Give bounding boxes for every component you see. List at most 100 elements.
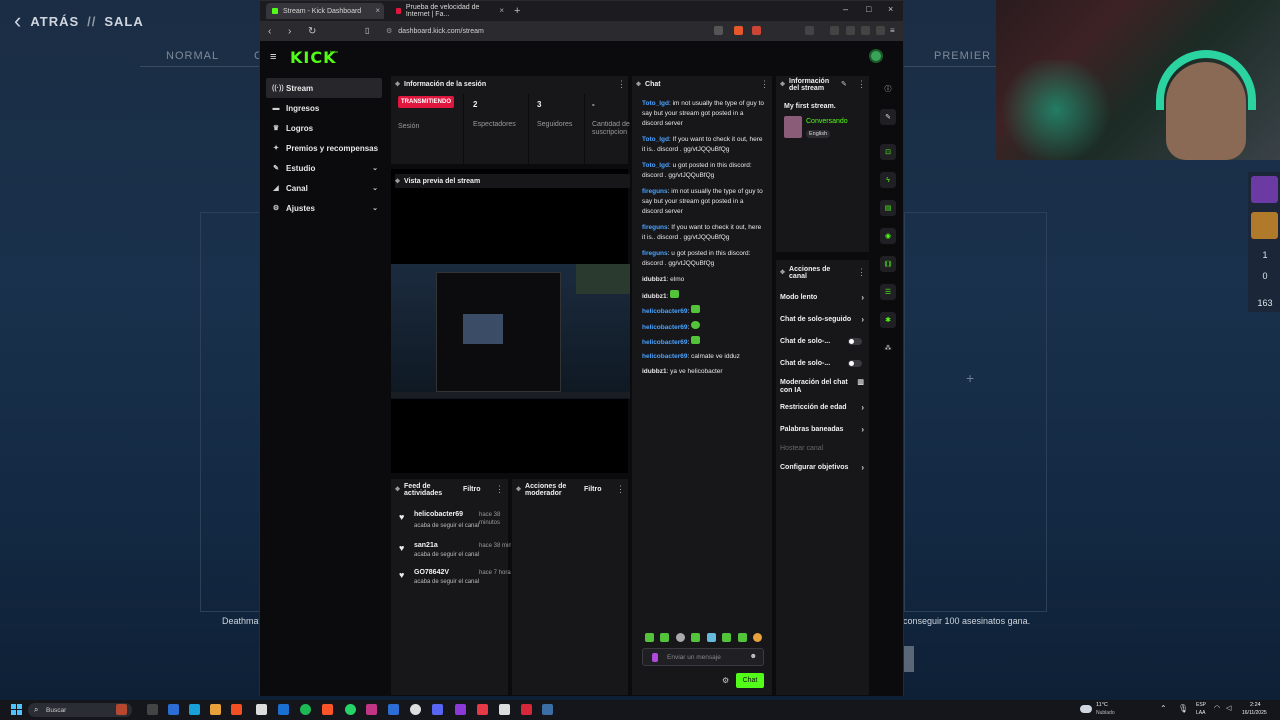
wifi-icon[interactable]: ◠ [1214,704,1220,712]
chat-username[interactable]: helicobacter69 [642,339,688,346]
chat-username[interactable]: idubbz1 [642,276,667,283]
emote-icon[interactable] [707,633,716,642]
mic-icon[interactable]: 🎙 [1178,704,1188,713]
sidebar-toggle-icon[interactable] [830,26,839,35]
list-icon[interactable]: ☰ [880,284,896,300]
volume-icon[interactable]: ◁ [1226,704,1231,712]
chat-username[interactable]: Toto_lgd [642,100,669,107]
new-tab-icon[interactable]: + [514,5,520,17]
share-icon[interactable] [714,26,723,35]
maximize-icon[interactable]: □ [866,4,871,14]
instagram-icon[interactable] [366,704,377,715]
sidebar-item-ingresos[interactable]: ▬ Ingresos [266,98,382,118]
taskbar-app-icon[interactable] [455,704,466,715]
filter-button[interactable]: Filtro [584,486,602,493]
chat-username[interactable]: Toto_lgd [642,162,669,169]
url-field[interactable]: ⚙ dashboard.kick.com/stream [386,25,736,37]
taskbar-app-icon[interactable] [521,704,532,715]
tab-kick-dashboard[interactable]: Stream - Kick Dashboard × [266,3,384,19]
sidebar-item-canal[interactable]: ◢ Canal ⌄ [266,178,382,198]
edge-icon[interactable] [189,704,200,715]
chat-username[interactable]: helicobacter69 [642,308,688,315]
document-icon[interactable]: ▤ [880,200,896,216]
bookmark-icon[interactable]: ▯ [365,26,374,35]
tab-speedtest[interactable]: Prueba de velocidad de Internet | Fa... … [390,3,508,19]
emote-icon[interactable] [738,633,747,642]
drag-handle-icon[interactable]: ✥ [636,81,641,88]
broadcast-icon[interactable]: ⟪⟫ [880,256,896,272]
chat-username[interactable]: Toto_lgd [642,136,669,143]
gear-icon[interactable]: ⚙ [722,676,729,685]
close-window-icon[interactable]: × [888,4,893,14]
emote-icon[interactable] [722,633,731,642]
chat-username[interactable]: fireguns [642,250,668,257]
taskbar-app-icon[interactable] [278,704,289,715]
back-icon[interactable]: ‹ [268,26,280,37]
taskbar-app-icon[interactable] [168,704,179,715]
toggle-switch[interactable] [848,360,862,367]
info-icon[interactable]: ⓘ [880,81,896,97]
mic-icon[interactable] [652,653,658,662]
chat-username[interactable]: idubbz1 [642,368,667,375]
emote-icon[interactable] [645,633,654,642]
edit-icon[interactable]: ✎ [880,109,896,125]
more-icon[interactable]: ⋮ [760,79,769,90]
taskbar-app-icon[interactable] [477,704,488,715]
category-link[interactable]: Conversando [806,118,848,125]
wallet-icon[interactable] [846,26,855,35]
game-back-nav[interactable]: ‹ ATRÁS // SALA [14,8,144,34]
emote-icon[interactable] [660,633,669,642]
task-view-icon[interactable] [147,704,158,715]
chat-username[interactable]: helicobacter69 [642,324,688,331]
sidebar-item-premios[interactable]: ✦ Premios y recompensas [266,138,382,158]
clock-time[interactable]: 2:24 [1250,702,1261,708]
toggle-switch[interactable] [848,338,862,345]
edit-icon[interactable]: ✎ [841,80,847,88]
site-settings-icon[interactable]: ⚙ [386,27,392,35]
stream-preview-video[interactable] [391,264,630,399]
channel-action-subs-only[interactable]: Chat de solo-... [780,338,866,346]
spotify-icon[interactable] [300,704,311,715]
chat-bubble-icon[interactable]: ◉ [880,228,896,244]
drag-handle-icon[interactable]: ✥ [395,487,400,494]
more-icon[interactable]: ⋮ [857,79,866,90]
brave-shield-icon[interactable] [734,26,743,35]
chevron-up-icon[interactable]: ⌃ [1160,704,1167,713]
drag-handle-icon[interactable]: ✥ [780,82,785,89]
channel-action-emote-only[interactable]: Chat de solo-... [780,360,866,368]
extensions-icon[interactable] [861,26,870,35]
whatsapp-icon[interactable] [345,704,356,715]
apps-icon[interactable]: ⁂ [880,340,896,356]
reader-icon[interactable] [805,26,814,35]
close-icon[interactable]: × [375,6,380,15]
vpn-icon[interactable] [876,26,885,35]
taskbar-app-icon[interactable] [388,704,399,715]
emote-icon[interactable] [691,633,700,642]
taskbar-app-icon[interactable] [256,704,267,715]
reload-icon[interactable]: ↻ [308,26,320,37]
close-icon[interactable]: × [499,6,504,15]
filter-button[interactable]: Filtro [463,486,481,493]
forward-icon[interactable]: › [288,26,300,37]
more-icon[interactable]: ⋮ [857,267,866,278]
emote-icon[interactable] [676,633,685,642]
layout-icon[interactable]: ⊡ [880,144,896,160]
chat-input[interactable]: Enviar un mensaje ☻ [642,648,764,666]
menu-icon[interactable]: ≡ [890,26,899,35]
activity-username[interactable]: san21a [414,542,438,549]
emote-icon[interactable] [753,633,762,642]
chat-username[interactable]: fireguns [642,224,668,231]
channel-action-banned-words[interactable]: Palabras baneadas › [780,426,866,434]
player-avatar-icon[interactable] [1251,212,1278,239]
input-language[interactable]: ESP [1196,702,1206,708]
discord-icon[interactable] [432,704,443,715]
sidebar-item-estudio[interactable]: ✎ Estudio ⌄ [266,158,382,178]
avatar[interactable] [869,49,883,63]
bolt-icon[interactable]: ϟ [880,172,896,188]
wrench-icon[interactable]: ✱ [880,312,896,328]
obs-icon[interactable] [542,704,553,715]
drag-handle-icon[interactable]: ✥ [395,178,400,185]
chat-username[interactable]: fireguns [642,188,668,195]
mode-tab-normal[interactable]: NORMAL [166,50,219,62]
channel-action-age-restriction[interactable]: Restricción de edad › [780,404,866,412]
